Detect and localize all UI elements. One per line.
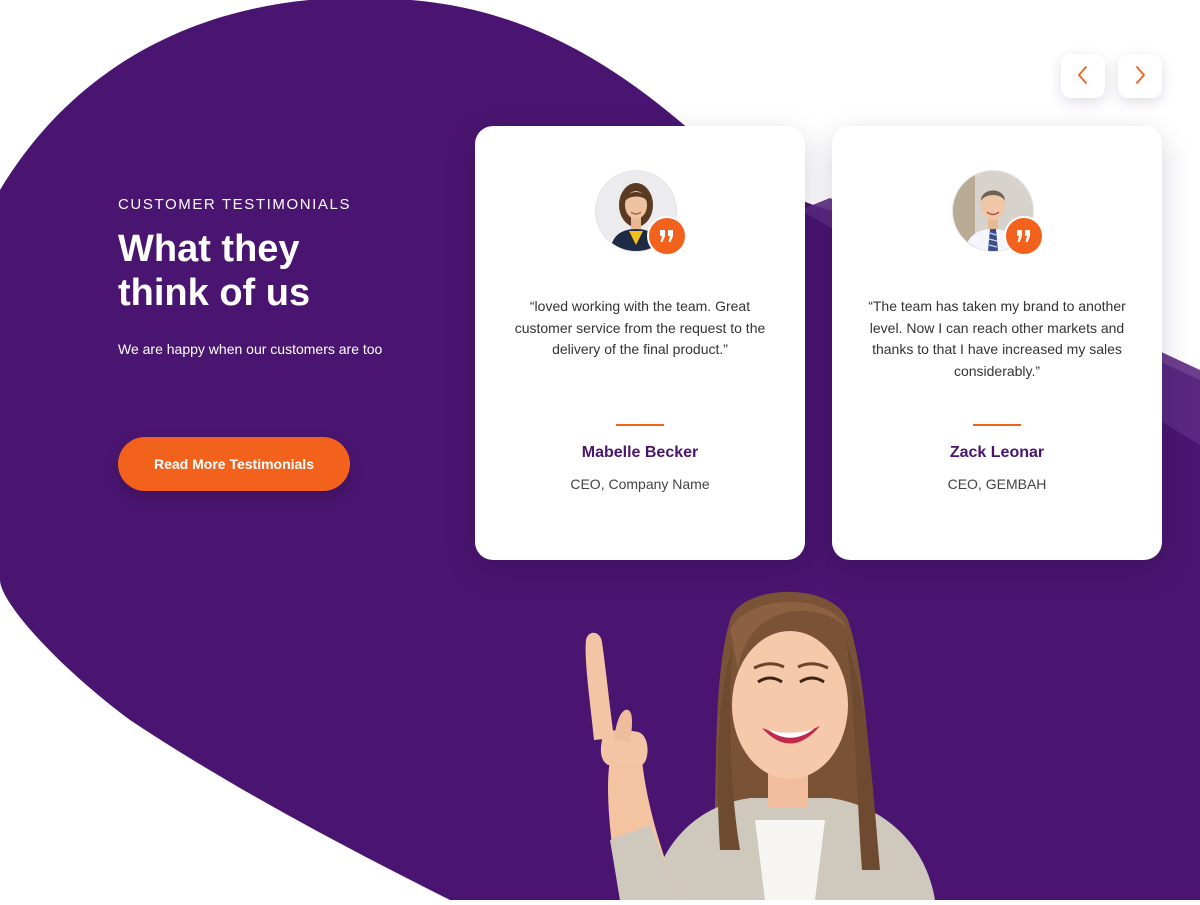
chevron-left-icon bbox=[1076, 65, 1090, 88]
quote-icon bbox=[1004, 216, 1044, 256]
quote-icon bbox=[647, 216, 687, 256]
smiling-woman-pointing-up bbox=[580, 590, 940, 900]
section-headline: What they think of us bbox=[118, 228, 311, 314]
next-testimonial-button[interactable] bbox=[1118, 54, 1162, 98]
testimonial-author-name: Mabelle Becker bbox=[581, 444, 699, 461]
testimonial-author-role: CEO, GEMBAH bbox=[947, 476, 1047, 492]
section-eyebrow: CUSTOMER TESTIMONIALS bbox=[118, 196, 352, 213]
testimonial-quote: “loved working with the team. Great cust… bbox=[514, 298, 766, 357]
previous-testimonial-button[interactable] bbox=[1061, 54, 1105, 98]
intro-section: CUSTOMER TESTIMONIALS What they think of… bbox=[118, 196, 458, 357]
avatar-container bbox=[952, 170, 1044, 256]
testimonial-author-name: Zack Leonar bbox=[949, 444, 1045, 461]
divider bbox=[616, 424, 664, 426]
read-more-testimonials-button[interactable]: Read More Testimonials bbox=[118, 437, 350, 491]
divider bbox=[973, 424, 1021, 426]
section-subtitle: We are happy when our customers are too bbox=[118, 341, 383, 357]
testimonial-card: “The team has taken my brand to another … bbox=[832, 126, 1162, 560]
testimonial-quote: “The team has taken my brand to another … bbox=[868, 298, 1126, 379]
avatar-container bbox=[595, 170, 687, 256]
testimonial-author-role: CEO, Company Name bbox=[570, 476, 710, 492]
chevron-right-icon bbox=[1133, 65, 1147, 88]
testimonial-card: “loved working with the team. Great cust… bbox=[475, 126, 805, 560]
